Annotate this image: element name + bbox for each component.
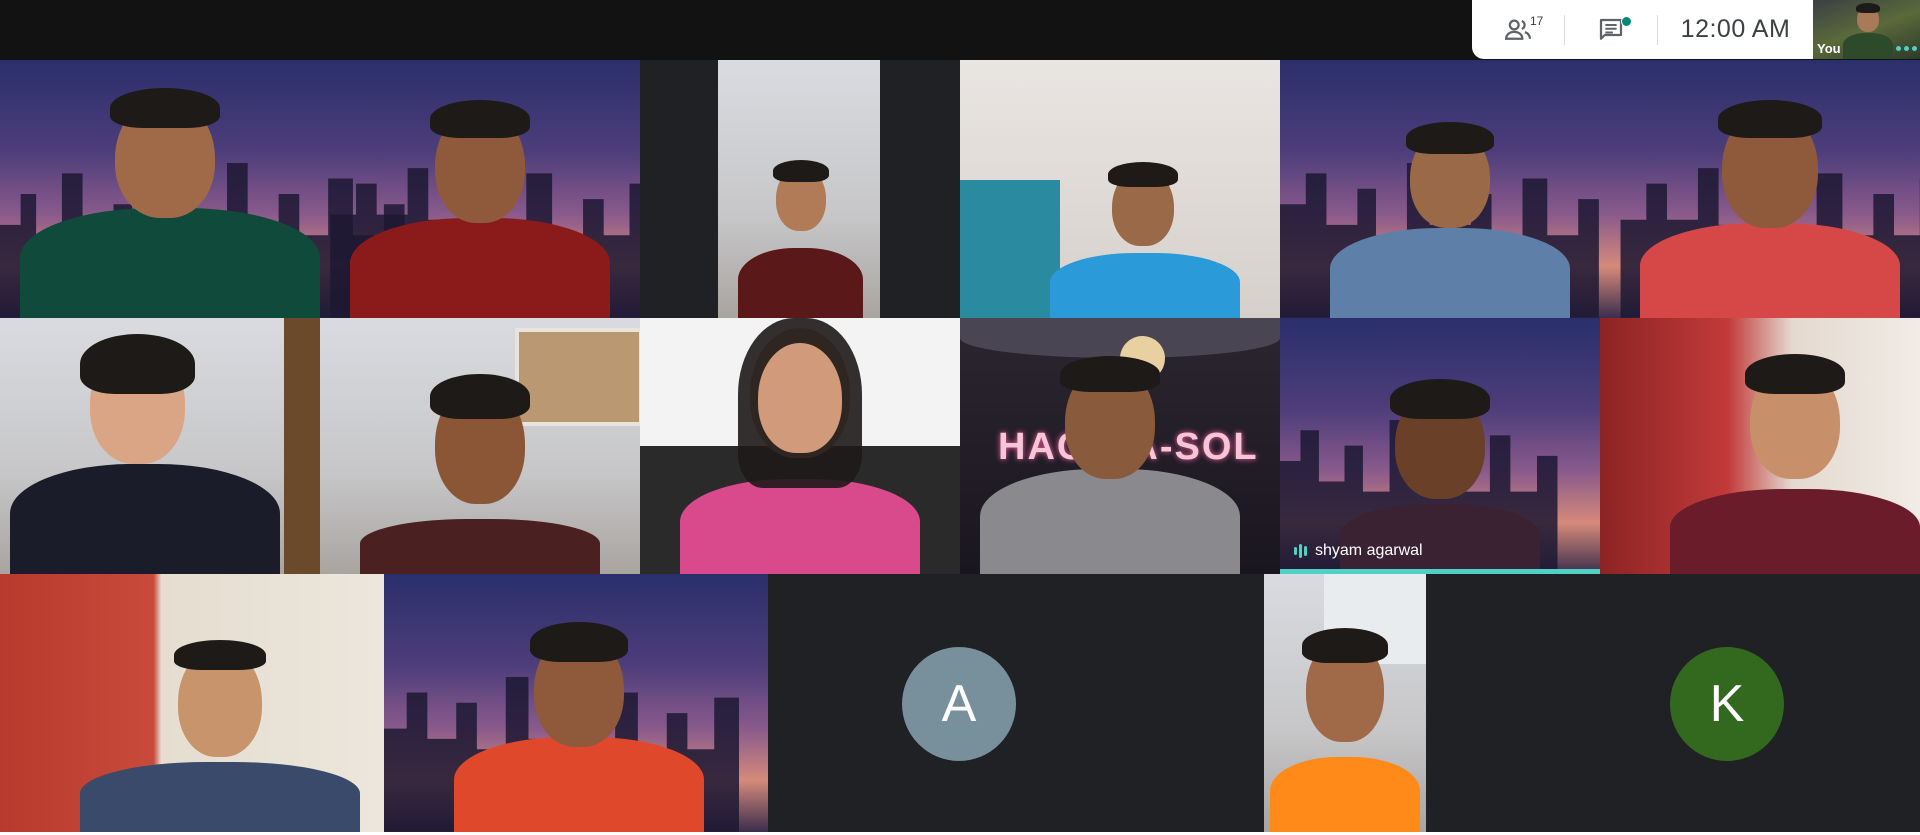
unread-dot (1621, 16, 1632, 27)
meeting-info-panel: 17 12:00 AM (1472, 0, 1813, 59)
participant-name-tag: shyam agarwal (1294, 542, 1423, 560)
self-view-label: You (1817, 41, 1841, 56)
participant-tile[interactable] (384, 574, 768, 832)
self-video-person (1843, 0, 1893, 59)
participant-tile[interactable] (640, 318, 960, 574)
more-options-icon[interactable] (1896, 46, 1917, 51)
participants-button[interactable]: 17 (1472, 0, 1564, 59)
participant-video (10, 334, 280, 574)
avatar-initial: K (1709, 675, 1745, 733)
participant-tile[interactable] (0, 60, 640, 318)
avatar-initial: A (941, 675, 977, 733)
participant-tile[interactable] (1600, 318, 1920, 574)
participant-video (680, 318, 920, 574)
participant-tile[interactable] (1280, 60, 1920, 318)
participant-name: shyam agarwal (1315, 542, 1423, 559)
participant-video (454, 612, 704, 832)
participant-tile[interactable] (1264, 574, 1426, 832)
video-grid: HACK-A-SOL shyam agarwal (0, 60, 1920, 832)
participant-video (1330, 108, 1570, 318)
chat-button[interactable] (1565, 0, 1657, 59)
participant-video (1670, 344, 1920, 574)
participants-count: 17 (1530, 14, 1544, 28)
meeting-clock: 12:00 AM (1680, 15, 1791, 43)
participant-video (350, 78, 610, 318)
participant-video (20, 68, 320, 318)
participant-avatar: A (902, 647, 1016, 761)
participant-video (360, 374, 600, 574)
participant-tile[interactable]: A (768, 574, 1264, 832)
participant-avatar: K (1670, 647, 1784, 761)
participant-video (1270, 622, 1420, 832)
participant-video (980, 344, 1240, 574)
participant-video (1640, 88, 1900, 318)
participant-tile[interactable] (320, 318, 640, 574)
participant-tile[interactable]: K (1426, 574, 1920, 832)
speaking-indicator-icon (1294, 544, 1307, 558)
active-speaker-tile[interactable]: shyam agarwal (1280, 318, 1600, 574)
participant-tile[interactable]: HACK-A-SOL (960, 318, 1280, 574)
people-icon (1504, 19, 1531, 40)
participant-tile[interactable] (0, 318, 320, 574)
participant-video (1050, 148, 1240, 318)
participant-video (80, 632, 360, 832)
participant-video (738, 148, 863, 318)
participant-tile[interactable] (0, 574, 384, 832)
participant-tile[interactable] (640, 60, 960, 318)
self-view-thumbnail[interactable]: You (1813, 0, 1920, 59)
participant-tile[interactable] (960, 60, 1280, 318)
